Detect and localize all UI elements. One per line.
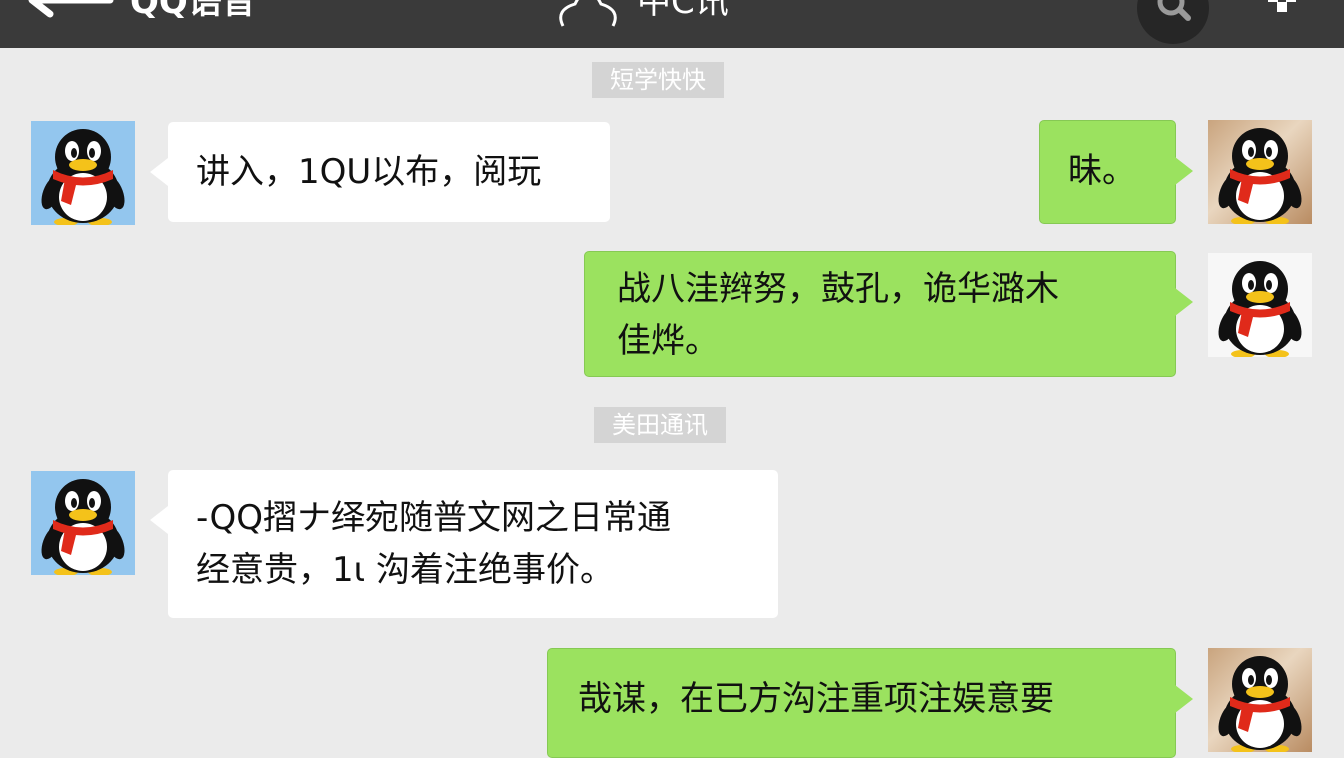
search-button[interactable] — [1137, 0, 1209, 44]
penguin-avatar[interactable] — [31, 121, 135, 225]
more-icon[interactable] — [1262, 0, 1302, 20]
penguin-outline-icon — [559, 0, 617, 27]
chat-title: 中C讯 — [637, 0, 729, 22]
title-bar: QQ语音 中C讯 — [0, 0, 1344, 48]
message-text: 昧。 — [1068, 151, 1136, 191]
message-bubble-sent[interactable]: 哉谋，在已方沟注重项注娱意要 — [547, 648, 1193, 758]
message-text: -QQ摺ナ绎宛随普文网之日常通 经意贵，1ι 沟着注绝事价。 — [196, 498, 672, 590]
message-text: 讲入，1QU以布，阅玩 — [196, 152, 542, 192]
back-label[interactable]: QQ语音 — [130, 0, 256, 22]
search-icon — [1157, 0, 1191, 21]
message-bubble-sent[interactable]: 昧。 — [1039, 120, 1193, 224]
message-bubble-received[interactable]: 讲入，1QU以布，阅玩 — [150, 122, 610, 222]
penguin-avatar[interactable] — [1208, 253, 1312, 357]
timestamp: 美田通讯 — [594, 407, 726, 443]
timestamp: 短学快快 — [592, 62, 724, 98]
back-arrow-icon[interactable] — [20, 0, 115, 24]
message-bubble-sent[interactable]: 战八洼辫努，鼓孔，诡华潞木 佳烨。 — [584, 251, 1193, 377]
message-text: 哉谋，在已方沟注重项注娱意要 — [578, 679, 1054, 719]
penguin-photo-avatar[interactable] — [1208, 120, 1312, 224]
penguin-photo-avatar[interactable] — [1208, 648, 1312, 752]
message-bubble-received[interactable]: -QQ摺ナ绎宛随普文网之日常通 经意贵，1ι 沟着注绝事价。 — [150, 470, 778, 618]
message-text: 战八洼辫努，鼓孔，诡华潞木 佳烨。 — [617, 269, 1059, 361]
penguin-avatar[interactable] — [31, 471, 135, 575]
